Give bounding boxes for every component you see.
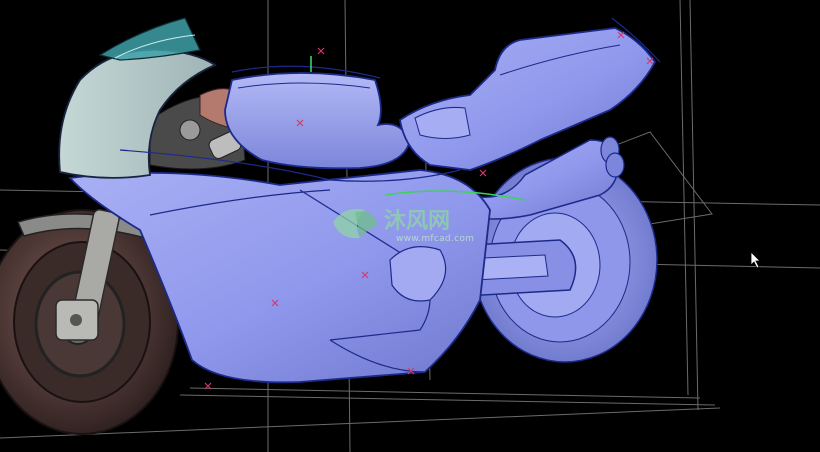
- motorcycle-model-scene[interactable]: 沐风网 www.mfcad.com: [0, 0, 820, 452]
- watermark-title: 沐风网: [384, 209, 450, 234]
- cad-3d-viewport[interactable]: 沐风网 www.mfcad.com: [0, 0, 820, 452]
- watermark-url: www.mfcad.com: [396, 234, 474, 244]
- mouse-pointer-icon: [750, 251, 761, 269]
- fuel-tank[interactable]: [224, 72, 411, 170]
